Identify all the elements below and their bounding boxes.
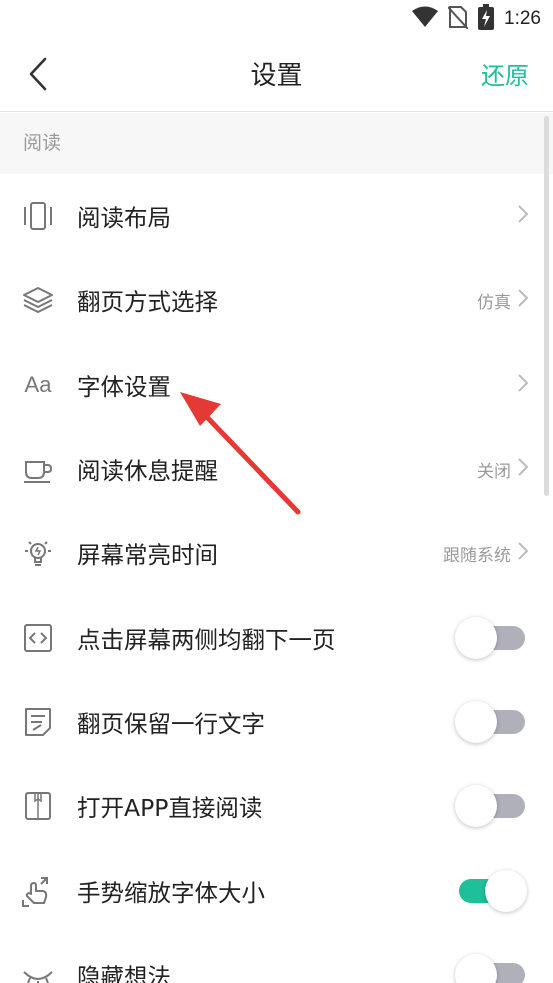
setting-row-tap-sides-next-page: 点击屏幕两侧均翻下一页 (0, 595, 553, 679)
row-label: 手势缩放字体大小 (77, 878, 265, 907)
row-label: 阅读布局 (77, 204, 171, 233)
eye-closed-icon (20, 957, 56, 983)
back-button[interactable] (16, 54, 60, 98)
toggle-knob (455, 616, 497, 659)
setting-row-keep-one-line: 翻页保留一行文字 (0, 680, 553, 764)
toggle-switch[interactable] (455, 616, 525, 660)
battery-charging-icon (478, 4, 495, 34)
setting-row-screen-on-time[interactable]: 屏幕常亮时间 跟随系统 (0, 511, 553, 595)
code-icon (20, 620, 56, 656)
chevron-right-icon (517, 541, 529, 565)
setting-row-pinch-zoom-font: 手势缩放字体大小 (0, 848, 553, 932)
section-header: 阅读 (0, 113, 553, 174)
chevron-right-icon (517, 457, 529, 481)
font-icon-text: Aa (24, 371, 52, 397)
row-right: 跟随系统 (443, 541, 529, 566)
no-sim-icon (447, 5, 469, 33)
toggle-knob (455, 953, 497, 983)
gesture-icon (20, 873, 56, 909)
toggle-switch[interactable] (455, 700, 525, 744)
row-label: 打开APP直接阅读 (77, 794, 263, 823)
restore-button[interactable]: 还原 (481, 40, 529, 112)
row-value: 关闭 (477, 461, 511, 482)
row-right (517, 373, 529, 397)
font-icon: Aa (20, 367, 56, 403)
wifi-icon (412, 6, 439, 32)
layout-icon (20, 198, 56, 234)
row-right: 关闭 (477, 457, 529, 482)
status-icons: 1:26 (412, 4, 541, 34)
note-icon (20, 704, 56, 740)
row-label: 翻页保留一行文字 (77, 709, 265, 738)
row-label: 隐藏想法 (77, 962, 171, 983)
page-title: 设置 (250, 61, 303, 91)
toggle-knob (455, 785, 497, 828)
layers-icon (20, 282, 56, 318)
setting-row-reading-layout[interactable]: 阅读布局 (0, 174, 553, 258)
chevron-right-icon (517, 204, 529, 228)
setting-row-open-app-read: 打开APP直接阅读 (0, 764, 553, 848)
row-right (517, 204, 529, 228)
chevron-right-icon (517, 288, 529, 312)
row-label: 屏幕常亮时间 (77, 541, 218, 570)
row-right: 仿真 (477, 288, 529, 313)
book-icon (20, 788, 56, 824)
chevron-right-icon (517, 373, 529, 397)
status-time: 1:26 (504, 8, 541, 29)
toggle-switch[interactable] (455, 953, 525, 983)
toggle-knob (455, 700, 497, 743)
toggle-switch[interactable] (455, 784, 525, 828)
setting-row-hide-thoughts: 隐藏想法 (0, 933, 553, 983)
status-bar: 1:26 (0, 0, 553, 40)
row-value: 仿真 (477, 292, 511, 313)
row-label: 阅读休息提醒 (77, 457, 218, 486)
cup-icon (20, 451, 56, 487)
setting-row-page-turn-mode[interactable]: 翻页方式选择 仿真 (0, 258, 553, 342)
toggle-switch[interactable] (455, 869, 527, 913)
scrollbar[interactable] (544, 116, 549, 496)
section-title: 阅读 (23, 132, 62, 154)
chevron-left-icon (27, 57, 49, 95)
toggle-knob (485, 869, 527, 912)
setting-row-font-settings[interactable]: Aa 字体设置 (0, 343, 553, 427)
row-label: 翻页方式选择 (77, 288, 218, 317)
top-app-bar: 设置 还原 (0, 40, 553, 112)
lightbulb-icon (20, 535, 56, 571)
row-label: 点击屏幕两侧均翻下一页 (77, 625, 336, 654)
setting-row-rest-reminder[interactable]: 阅读休息提醒 关闭 (0, 427, 553, 511)
row-label: 字体设置 (77, 372, 171, 401)
row-value: 跟随系统 (443, 545, 511, 566)
settings-list: 阅读布局 翻页方式选择 仿真 Aa 字体设置 阅读休息提醒 关闭 屏幕常亮时间 … (0, 174, 553, 983)
